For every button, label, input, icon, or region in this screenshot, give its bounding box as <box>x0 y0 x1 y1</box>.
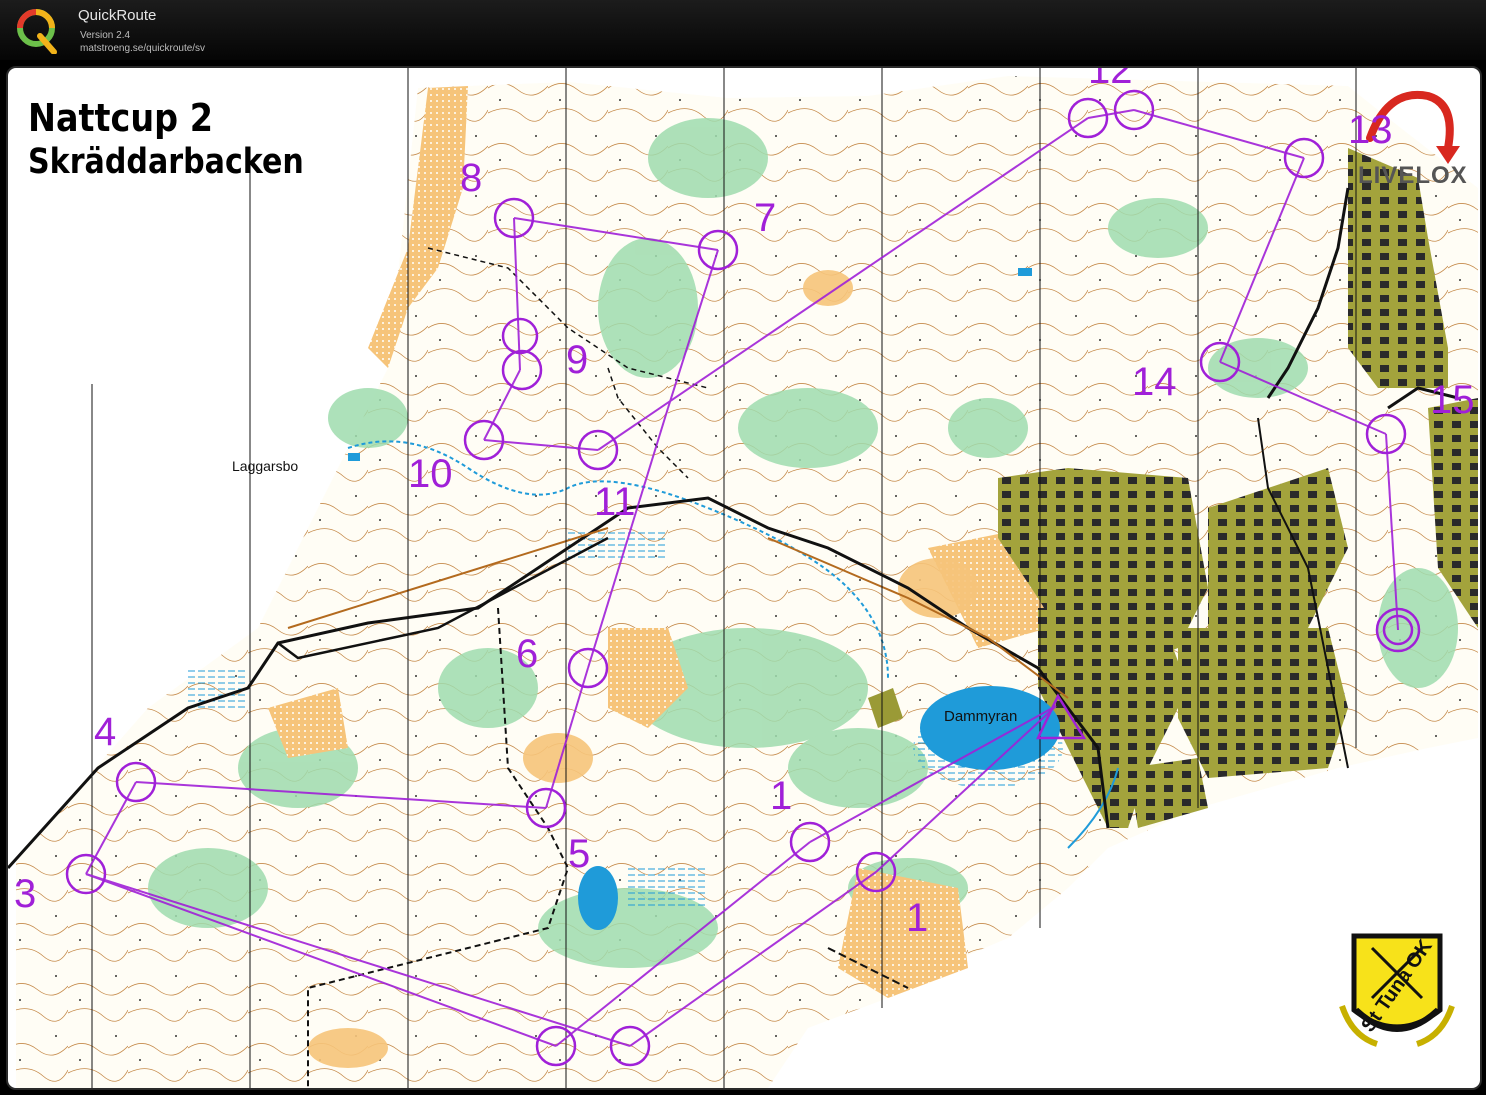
control-number-1: 1 <box>770 774 793 818</box>
place-label-laggarsbo: Laggarsbo <box>232 458 299 474</box>
control-number-5: 5 <box>568 832 591 876</box>
control-number-6: 6 <box>516 632 539 676</box>
map-subtitle: Skräddarbacken <box>28 142 304 182</box>
map-view[interactable]: St Tuna OK Nattcup 2 Skräddarbacken Lagg… <box>6 66 1482 1090</box>
app-name: QuickRoute <box>78 7 157 24</box>
control-number-10: 10 <box>408 452 453 496</box>
control-number-1b: 1 <box>906 896 929 940</box>
control-number-9: 9 <box>566 338 589 382</box>
quickroute-logo-icon <box>14 6 62 58</box>
control-number-13: 13 <box>1348 108 1393 152</box>
livelox-label: LIVELOX <box>1358 162 1468 189</box>
place-label-dammyran: Dammyran <box>944 708 1018 725</box>
app-version: Version 2.4 <box>80 30 131 41</box>
orienteering-map: St Tuna OK <box>8 68 1478 1088</box>
map-title: Nattcup 2 <box>28 96 214 140</box>
control-number-4: 4 <box>94 710 117 754</box>
control-number-15: 15 <box>1430 378 1475 422</box>
title-bar: QuickRoute Version 2.4 matstroeng.se/qui… <box>0 0 1486 60</box>
st-tuna-ok-logo: St Tuna OK <box>1339 933 1455 1047</box>
control-number-7: 7 <box>754 196 777 240</box>
control-number-12: 12 <box>1088 66 1133 92</box>
control-number-11: 11 <box>594 480 636 524</box>
control-number-8: 8 <box>460 156 483 200</box>
app-url[interactable]: matstroeng.se/quickroute/sv <box>80 43 205 54</box>
control-number-14: 14 <box>1132 360 1177 404</box>
control-number-3: 3 <box>14 872 37 916</box>
